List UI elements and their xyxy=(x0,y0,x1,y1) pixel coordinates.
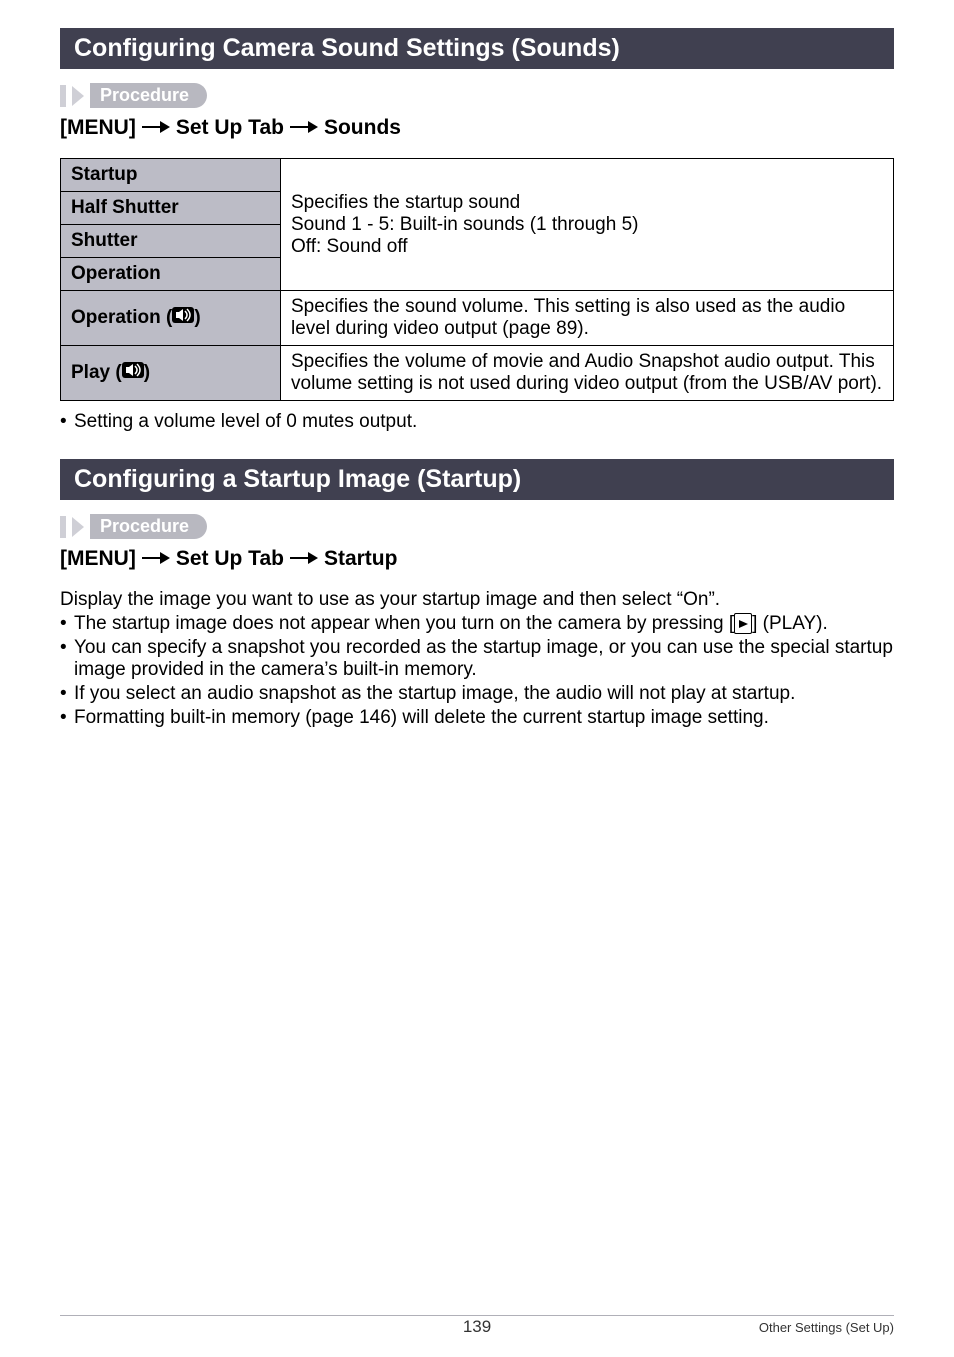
arrow-right-icon xyxy=(290,547,318,571)
row-label-operation: Operation xyxy=(61,258,281,291)
bullet-text: If you select an audio snapshot as the s… xyxy=(74,683,795,705)
menu-token: [MENU] xyxy=(60,116,136,140)
menu-token: Set Up Tab xyxy=(176,547,284,571)
bullet-line: • The startup image does not appear when… xyxy=(60,613,894,635)
text-frag: The startup image does not appear when y… xyxy=(74,613,734,634)
label-text: ) xyxy=(194,307,200,328)
volume-icon xyxy=(122,362,144,384)
menu-token: Sounds xyxy=(324,116,401,140)
row-label-startup: Startup xyxy=(61,159,281,192)
page-number: 139 xyxy=(463,1317,491,1337)
startup-intro: Display the image you want to use as you… xyxy=(60,589,894,611)
procedure-label: Procedure xyxy=(90,514,207,539)
label-text: ) xyxy=(144,362,150,383)
desc-line: Sound 1 - 5: Built-in sounds (1 through … xyxy=(291,214,883,236)
bullet-dot: • xyxy=(60,707,74,729)
bullet-text: Formatting built-in memory (page 146) wi… xyxy=(74,707,769,729)
volume-icon xyxy=(172,307,194,329)
accent-bar xyxy=(60,85,66,107)
sounds-table: Startup Specifies the startup sound Soun… xyxy=(60,158,894,401)
row-label-operation-volume: Operation () xyxy=(61,291,281,346)
bullet-list: • Setting a volume level of 0 mutes outp… xyxy=(60,411,894,433)
play-button-icon xyxy=(734,613,752,634)
bullet-line: • Setting a volume level of 0 mutes outp… xyxy=(60,411,894,433)
section-heading-startup: Configuring a Startup Image (Startup) xyxy=(60,459,894,500)
page-footer: 139 Other Settings (Set Up) xyxy=(60,1315,894,1335)
play-volume-desc: Specifies the volume of movie and Audio … xyxy=(281,346,894,401)
table-row: Play () Specifies the volume of movie an… xyxy=(61,346,894,401)
desc-line: Specifies the startup sound xyxy=(291,192,883,214)
bullet-line: • You can specify a snapshot you recorde… xyxy=(60,637,894,681)
procedure-row: Procedure xyxy=(60,514,894,539)
chevron-right-icon xyxy=(72,517,84,537)
procedure-row: Procedure xyxy=(60,83,894,108)
bullet-text: You can specify a snapshot you recorded … xyxy=(74,637,894,681)
bullet-text: Setting a volume level of 0 mutes output… xyxy=(74,411,417,433)
bullet-text: The startup image does not appear when y… xyxy=(74,613,828,635)
table-row: Startup Specifies the startup sound Soun… xyxy=(61,159,894,192)
menu-path-startup: [MENU] Set Up Tab Startup xyxy=(60,547,894,571)
table-row: Operation () Specifies the sound volume.… xyxy=(61,291,894,346)
arrow-right-icon xyxy=(142,116,170,140)
bullet-list: • The startup image does not appear when… xyxy=(60,613,894,729)
chevron-right-icon xyxy=(72,86,84,106)
menu-token: Set Up Tab xyxy=(176,116,284,140)
startup-desc-cell: Specifies the startup sound Sound 1 - 5:… xyxy=(281,159,894,291)
bullet-dot: • xyxy=(60,683,74,705)
procedure-label: Procedure xyxy=(90,83,207,108)
desc-line: Off: Sound off xyxy=(291,236,883,258)
row-label-shutter: Shutter xyxy=(61,225,281,258)
bullet-dot: • xyxy=(60,637,74,681)
bullet-line: • Formatting built-in memory (page 146) … xyxy=(60,707,894,729)
arrow-right-icon xyxy=(142,547,170,571)
menu-token: [MENU] xyxy=(60,547,136,571)
menu-token: Startup xyxy=(324,547,398,571)
text-frag: ] (PLAY). xyxy=(752,613,828,634)
label-text: Play ( xyxy=(71,362,122,383)
footer-section-label: Other Settings (Set Up) xyxy=(759,1320,894,1335)
bullet-line: • If you select an audio snapshot as the… xyxy=(60,683,894,705)
arrow-right-icon xyxy=(290,116,318,140)
bullet-dot: • xyxy=(60,411,74,433)
row-label-play-volume: Play () xyxy=(61,346,281,401)
section-heading-sounds: Configuring Camera Sound Settings (Sound… xyxy=(60,28,894,69)
row-label-half-shutter: Half Shutter xyxy=(61,192,281,225)
label-text: Operation ( xyxy=(71,307,172,328)
menu-path-sounds: [MENU] Set Up Tab Sounds xyxy=(60,116,894,140)
operation-volume-desc: Specifies the sound volume. This setting… xyxy=(281,291,894,346)
bullet-dot: • xyxy=(60,613,74,635)
accent-bar xyxy=(60,516,66,538)
